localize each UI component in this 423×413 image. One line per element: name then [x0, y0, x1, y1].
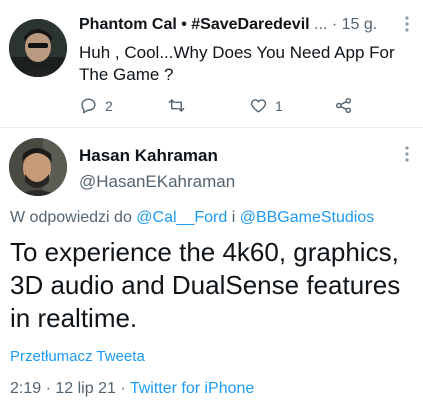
like-count: 1: [275, 97, 283, 114]
author-avatar[interactable]: [9, 138, 67, 196]
separator: ·: [120, 380, 126, 397]
avatar[interactable]: [9, 19, 67, 77]
replying-to: W odpowiedzi do @Cal__Ford i @BBGameStud…: [10, 209, 374, 227]
divider: [0, 127, 423, 128]
author-handle[interactable]: @HasanEKahraman: [79, 172, 235, 192]
reply-tweet-text: Huh , Cool...Why Does You Need App For T…: [79, 43, 395, 84]
reply-time[interactable]: 15 g.: [342, 16, 378, 33]
share-icon: [335, 97, 352, 114]
separator: ·: [45, 380, 51, 397]
retweet-button[interactable]: [167, 96, 186, 115]
replying-joiner: i: [231, 209, 236, 226]
reply-button[interactable]: 2: [79, 96, 113, 115]
ellipsis-vertical-icon[interactable]: [404, 146, 410, 166]
like-button[interactable]: 1: [249, 96, 283, 115]
share-button[interactable]: [334, 96, 353, 115]
tweet-actions: 2 1: [79, 96, 379, 116]
author-avatar-image: [9, 138, 67, 196]
reply-handle[interactable]: ...: [314, 16, 327, 33]
avatar-image: [9, 19, 67, 77]
reply-display-name[interactable]: Phantom Cal • #SaveDaredevil: [79, 16, 310, 33]
author-display-name[interactable]: Hasan Kahraman: [79, 146, 218, 166]
replying-prefix: W odpowiedzi do: [10, 209, 132, 226]
reply-count: 2: [105, 97, 113, 114]
tweet-time[interactable]: 2:19: [10, 380, 41, 397]
mention-link[interactable]: @BBGameStudios: [240, 209, 375, 226]
tweet-text: To experience the 4k60, graphics, 3D aud…: [10, 237, 401, 333]
reply-tweet-header: Phantom Cal • #SaveDaredevil ... · 15 g.: [79, 16, 378, 33]
tweet-date[interactable]: 12 lip 21: [55, 380, 116, 397]
heart-icon: [250, 99, 267, 113]
tweet-client[interactable]: Twitter for iPhone: [130, 380, 255, 397]
reply-icon: [81, 98, 96, 114]
mention-link[interactable]: @Cal__Ford: [136, 209, 227, 226]
ellipsis-vertical-icon[interactable]: [404, 16, 410, 36]
tweet-timestamp: 2:19 · 12 lip 21 · Twitter for iPhone: [10, 380, 254, 398]
retweet-icon: [168, 99, 185, 112]
translate-tweet-link[interactable]: Przetłumacz Tweeta: [10, 348, 145, 365]
